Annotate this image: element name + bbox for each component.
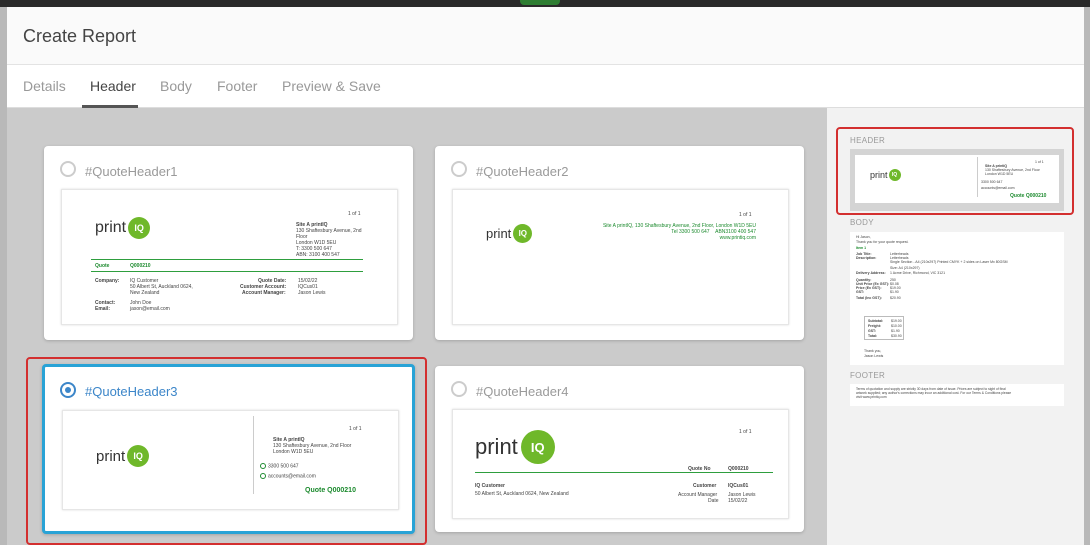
email-value: jason@email.com	[130, 306, 170, 312]
totals-label: Subtotal:	[868, 319, 884, 323]
customer-label: Customer	[693, 483, 717, 489]
radio-quoteheader2[interactable]	[451, 161, 467, 177]
body-label: Total (Inc GST):	[856, 296, 882, 300]
header-option-card-4[interactable]: #QuoteHeader4 print IQ 1 of 1 Quote No Q…	[435, 366, 804, 532]
radio-quoteheader1[interactable]	[60, 161, 76, 177]
printiq-logo: print IQ	[95, 217, 151, 239]
radio-quoteheader4[interactable]	[451, 381, 467, 397]
body-value: Single Section - A4 (210x297) Printed CM…	[890, 260, 1008, 264]
totals-value: $19.00	[891, 319, 902, 323]
tab-details[interactable]: Details	[23, 78, 66, 94]
body-greeting: Hi Jason,	[856, 235, 871, 239]
company-label: Company:	[95, 278, 120, 284]
body-item: Item 1	[856, 246, 867, 250]
customer-name: IQ Customer	[475, 483, 506, 489]
body-value: $1.90	[890, 290, 899, 294]
page-number: 1 of 1	[739, 429, 752, 435]
totals-label: Freight:	[868, 324, 882, 328]
footer-text: visit www.printiq.com	[856, 395, 887, 399]
quote-label: Quote	[95, 263, 110, 269]
phone-row: 3300 500 647	[260, 463, 299, 470]
printiq-logo: print IQ	[96, 445, 150, 467]
email-row: accounts@email.com	[260, 473, 316, 480]
email-icon	[260, 473, 266, 479]
totals-label: GST:	[868, 329, 876, 333]
phone-icon	[260, 463, 266, 469]
tab-body[interactable]: Body	[160, 78, 192, 94]
printiq-logo: print IQ	[475, 430, 555, 464]
totals-value: $10.00	[891, 324, 902, 328]
tab-footer[interactable]: Footer	[217, 78, 257, 94]
quote-number: Quote Q000210	[305, 487, 356, 494]
background-app-strip	[0, 0, 1090, 7]
quote-no-value: Q000210	[728, 466, 749, 472]
site-web: www.printiq.com	[719, 235, 756, 241]
header-preview: print IQ 1 of 1 Site A printIQ 130 Shaft…	[62, 410, 399, 510]
divider	[253, 416, 254, 494]
body-sign: Jason Lewis	[864, 354, 884, 358]
header-preview: print IQ 1 of 1 Quote No Q000210 IQ Cust…	[452, 409, 789, 519]
body-value: 1 Acme Drive, Richmond, VIC 3121	[890, 271, 946, 275]
body-label: GST:	[856, 290, 864, 294]
body-thanks: Thank you for your quote request.	[856, 240, 909, 244]
tab-preview-save[interactable]: Preview & Save	[282, 78, 381, 94]
customer-address: 50 Albert St, Auckland 0624, New Zealand	[475, 491, 569, 497]
side-footer-label: FOOTER	[850, 371, 886, 380]
card-title: #QuoteHeader4	[476, 384, 569, 399]
background-app-dot	[520, 0, 560, 5]
modal-title: Create Report	[23, 26, 137, 46]
header-option-card-2[interactable]: #QuoteHeader2 print IQ 1 of 1 Site A pri…	[435, 146, 804, 340]
quote-no-label: Quote No	[688, 466, 711, 472]
side-footer-preview[interactable]: Terms of quotation and supply are strict…	[850, 384, 1064, 406]
account-manager-value: Jason Lewis	[298, 290, 326, 296]
card-title: #QuoteHeader2	[476, 164, 569, 179]
card-title: #QuoteHeader3	[85, 384, 178, 399]
email-label: Email:	[95, 306, 111, 312]
body-label: Description:	[856, 256, 877, 260]
side-body-label: BODY	[850, 218, 874, 227]
page-number: 1 of 1	[349, 426, 362, 432]
header-preview: print IQ 1 of 1 Site A printIQ 130 Shaft…	[61, 189, 398, 325]
side-selection-highlight	[836, 127, 1074, 215]
totals-value: $30.90	[891, 334, 902, 338]
header-option-card-3[interactable]: #QuoteHeader3 print IQ 1 of 1 Site A pri…	[42, 364, 415, 534]
page-number: 1 of 1	[348, 211, 361, 217]
quote-number: Q000210	[130, 263, 151, 269]
printiq-logo: print IQ	[486, 224, 533, 243]
active-tab-indicator	[82, 105, 138, 108]
layout-preview-panel: HEADER print IQ 1 of 1 Site A printIQ 13…	[827, 108, 1084, 545]
date-label: Date	[708, 498, 719, 504]
page-number: 1 of 1	[739, 212, 752, 218]
header-option-card-1[interactable]: #QuoteHeader1 print IQ 1 of 1 Site A pri…	[44, 146, 413, 340]
divider	[91, 271, 363, 272]
modal-header: Create Report	[7, 7, 1084, 65]
divider	[91, 259, 363, 260]
body-label: Delivery Address:	[856, 271, 886, 275]
totals-label: Total:	[868, 334, 878, 338]
side-body-preview[interactable]: Hi Jason, Thank you for your quote reque…	[850, 232, 1064, 365]
tab-header[interactable]: Header	[90, 78, 136, 94]
header-preview: print IQ 1 of 1 Site A printIQ, 130 Shaf…	[452, 189, 789, 325]
company-address: New Zealand	[130, 290, 160, 296]
body-totals-box: Subtotal: $19.00 Freight: $10.00 GST: $1…	[864, 316, 904, 340]
tab-bar: Details Header Body Footer Preview & Sav…	[7, 65, 1084, 108]
create-report-modal: Create Report Details Header Body Footer…	[7, 7, 1084, 545]
body-value: $20.90	[890, 296, 901, 300]
customer-code: IQCus01	[728, 483, 749, 489]
site-abn: ABN: 3100 400 547	[296, 252, 340, 258]
radio-quoteheader3[interactable]	[60, 382, 76, 398]
body-value: Size: A4 (210x297)	[890, 266, 920, 270]
totals-value: $1.90	[891, 329, 900, 333]
date-value: 15/02/22	[728, 498, 748, 504]
body-sign: Thank you,	[864, 349, 882, 353]
site-address: London W1D 5EU	[273, 449, 314, 455]
card-title: #QuoteHeader1	[85, 164, 178, 179]
account-manager-label: Account Manager:	[242, 290, 286, 296]
